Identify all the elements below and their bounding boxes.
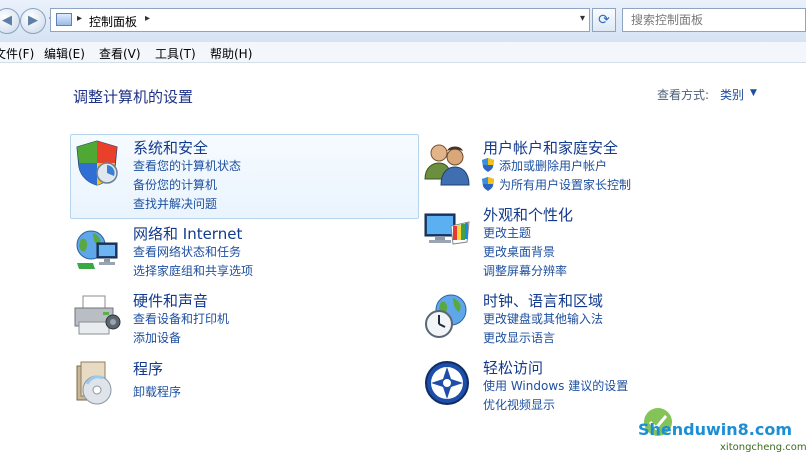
link-optimize-display[interactable]: 优化视频显示 [483,396,555,413]
menu-edit[interactable]: 编辑(E) [44,45,85,62]
link-add-device[interactable]: 添加设备 [133,329,181,346]
watermark-subtext: xitongcheng.com [720,442,806,453]
watermark-text: Shenduwin8.com [638,420,793,439]
category-user-accounts: 用户帐户和家庭安全 添加或删除用户帐户 为所有用户设置家长控制 [423,137,763,197]
refresh-button[interactable]: ⟳ [592,8,616,32]
menu-file[interactable]: 文件(F) [0,45,34,62]
accessibility-icon [425,361,469,405]
category-title-appearance[interactable]: 外观和个性化 [483,204,573,225]
refresh-icon: ⟳ [598,12,610,28]
category-title-hardware-sound[interactable]: 硬件和声音 [133,290,208,311]
category-title-ease-access[interactable]: 轻松访问 [483,357,543,378]
category-title-user-accounts[interactable]: 用户帐户和家庭安全 [483,137,618,158]
link-adjust-resolution[interactable]: 调整屏幕分辨率 [483,262,567,279]
link-network-status[interactable]: 查看网络状态和任务 [133,243,241,260]
menu-help[interactable]: 帮助(H) [210,45,252,62]
uac-shield-icon [482,158,494,172]
forward-arrow-icon: ▶ [28,13,38,28]
navigation-bar: ◀ ▶ ▾ ▸ 控制面板 ▸ ▾ ⟳ [0,0,806,43]
category-system-security: 系统和安全 查看您的计算机状态 备份您的计算机 查找并解决问题 [73,137,413,217]
category-programs: 程序 卸载程序 [73,358,413,408]
programs-disc-icon [76,361,112,405]
address-separator-icon[interactable]: ▸ [77,13,82,24]
view-by-caret-icon[interactable]: ▼ [750,88,757,98]
forward-button[interactable]: ▶ [20,8,46,34]
link-change-theme[interactable]: 更改主题 [483,224,531,241]
category-title-system-security[interactable]: 系统和安全 [133,137,208,158]
link-change-desktop-background[interactable]: 更改桌面背景 [483,243,555,260]
link-backup-computer[interactable]: 备份您的计算机 [133,176,217,193]
control-panel-icon [56,13,72,26]
menu-bar: 文件(F) 编辑(E) 查看(V) 工具(T) 帮助(H) [0,42,806,63]
link-check-computer-status[interactable]: 查看您的计算机状态 [133,157,241,174]
view-by-dropdown[interactable]: 类别 [720,86,744,103]
category-appearance: 外观和个性化 更改主题 更改桌面背景 调整屏幕分辨率 [423,204,763,284]
breadcrumb-control-panel[interactable]: 控制面板 [89,13,137,30]
page-title: 调整计算机的设置 [73,88,194,106]
category-clock-region: 时钟、语言和区域 更改键盘或其他输入法 更改显示语言 [423,290,763,350]
link-uninstall-program[interactable]: 卸载程序 [133,383,181,400]
category-network: 网络和 Internet 查看网络状态和任务 选择家庭组和共享选项 [73,223,413,283]
category-hardware-sound: 硬件和声音 查看设备和打印机 添加设备 [73,290,413,350]
category-title-clock-region[interactable]: 时钟、语言和区域 [483,290,603,311]
link-devices-printers[interactable]: 查看设备和打印机 [133,310,229,327]
view-by-label: 查看方式: [657,88,710,102]
link-add-remove-accounts[interactable]: 添加或删除用户帐户 [499,157,607,174]
category-title-network[interactable]: 网络和 Internet [133,223,242,244]
printer-icon [74,295,121,335]
menu-tools[interactable]: 工具(T) [155,45,196,62]
link-recommended-settings[interactable]: 使用 Windows 建议的设置 [483,377,628,394]
users-icon [424,144,470,186]
clock-globe-icon [425,294,467,338]
link-troubleshoot[interactable]: 查找并解决问题 [133,195,217,212]
link-homegroup-sharing[interactable]: 选择家庭组和共享选项 [133,262,253,279]
back-arrow-icon: ◀ [2,13,12,28]
address-bar[interactable]: ▸ 控制面板 ▸ ▾ [50,8,590,32]
back-button[interactable]: ◀ [0,8,20,34]
network-globe-icon [76,230,118,269]
link-parental-controls[interactable]: 为所有用户设置家长控制 [499,176,631,193]
shield-icon [76,140,118,186]
category-title-programs[interactable]: 程序 [133,358,163,379]
link-change-input-methods[interactable]: 更改键盘或其他输入法 [483,310,603,327]
menu-view[interactable]: 查看(V) [99,45,141,62]
search-input[interactable] [623,9,801,31]
search-box[interactable] [622,8,806,32]
uac-shield-icon [482,177,494,191]
breadcrumb-chevron-icon[interactable]: ▸ [145,13,150,24]
address-dropdown-icon[interactable]: ▾ [580,13,585,24]
display-palette-icon [424,213,470,245]
link-change-display-language[interactable]: 更改显示语言 [483,329,555,346]
